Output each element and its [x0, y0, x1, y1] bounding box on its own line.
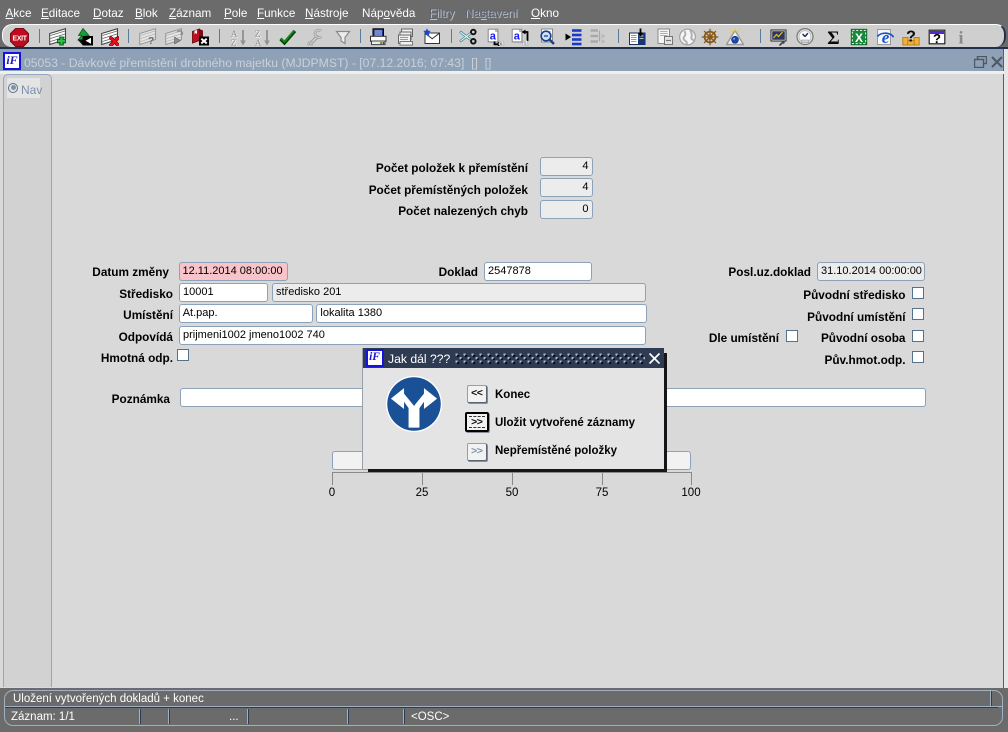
svg-text:?: ? [148, 36, 154, 46]
svg-text:?: ? [933, 31, 941, 46]
svg-text:Σ: Σ [827, 28, 839, 46]
svg-text:a: a [499, 38, 505, 47]
svg-text:A: A [255, 39, 262, 46]
svg-text:a: a [490, 31, 497, 43]
svg-text:Z: Z [231, 39, 237, 46]
svg-text:e: e [882, 28, 890, 46]
svg-text:EXIT: EXIT [13, 35, 28, 42]
svg-text:i: i [958, 28, 963, 46]
svg-text:X: X [855, 31, 863, 45]
svg-text:?: ? [906, 29, 916, 46]
svg-text:a: a [523, 38, 529, 47]
svg-text:a: a [514, 31, 521, 43]
